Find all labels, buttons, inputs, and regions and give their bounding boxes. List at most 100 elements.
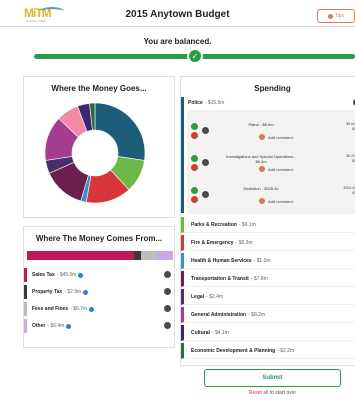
department-amount: - $2.4m — [206, 294, 224, 300]
department-label: Legal — [191, 294, 205, 300]
police-subitem-values: $326.4k$0 — [343, 186, 355, 195]
department-row[interactable]: Parks & Recreation - $6.1m — [181, 217, 355, 233]
money-from-title: Where The Money Comes From... — [35, 234, 163, 243]
comment-icon — [259, 134, 265, 140]
expand-icon[interactable] — [164, 271, 171, 278]
spending-title: Spending — [254, 84, 291, 93]
lock-icon[interactable] — [202, 127, 209, 134]
money-from-card: Where The Money Comes From... Sales Tax … — [23, 226, 175, 348]
revenue-source-row[interactable]: Other - $6.4m — [24, 319, 176, 333]
decrease-button[interactable] — [191, 132, 198, 139]
revenue-source-label: Fees and Fines — [32, 306, 69, 312]
donut-slice-0[interactable] — [94, 102, 146, 161]
police-amount: - $15.5m — [204, 100, 225, 106]
revenue-source-amount: - $6.7m — [70, 306, 88, 312]
revenue-source-row[interactable]: Fees and Fines - $6.7m — [24, 302, 176, 316]
department-label: General Administration — [191, 312, 247, 318]
check-icon: ✓ — [187, 48, 203, 64]
lock-icon[interactable] — [202, 159, 209, 166]
department-item: Parks & Recreation - $6.1m — [191, 222, 355, 228]
decrease-button[interactable] — [191, 196, 198, 203]
department-item: Transportation & Transit - $7.8m — [191, 276, 355, 282]
info-icon[interactable] — [66, 323, 72, 329]
balance-status: You are balanced. — [143, 37, 212, 46]
department-label: Fire & Emergency — [191, 240, 234, 246]
police-subitem-label: Patrol - $8.6m — [248, 122, 274, 127]
police-label: Police — [188, 100, 203, 106]
increase-button[interactable] — [191, 187, 198, 194]
info-icon[interactable] — [83, 289, 89, 295]
department-label: Economic Development & Planning — [191, 348, 276, 354]
reset-text: Reset all to start over — [0, 390, 355, 396]
lock-icon[interactable] — [202, 191, 209, 198]
department-row[interactable]: Fire & Emergency - $8.3m — [181, 235, 355, 251]
police-subitem-values: $6.2m$6 — [346, 154, 355, 163]
reset-suffix: to start over — [269, 390, 297, 396]
revenue-source-color — [24, 319, 27, 333]
department-amount: - $4.1m — [211, 330, 229, 336]
department-amount: - $2.2m — [277, 348, 295, 354]
add-comment-link[interactable]: Add comment — [259, 166, 293, 172]
revenue-source-label: Property Tax — [32, 289, 63, 295]
revenue-source-color — [24, 268, 27, 282]
revenue-bar-sales — [27, 251, 134, 260]
submit-button[interactable]: Submit — [204, 369, 341, 387]
money-goes-donut-chart — [44, 102, 146, 204]
info-icon[interactable] — [78, 272, 84, 278]
police-subitem-label: Detention - $326.4k — [243, 186, 279, 191]
department-row[interactable]: Legal - $2.4m — [181, 289, 355, 305]
department-row[interactable]: Cultural - $4.1m — [181, 325, 355, 341]
expand-icon[interactable] — [164, 288, 171, 295]
department-row[interactable]: Transportation & Transit - $7.8m — [181, 271, 355, 287]
expand-icon[interactable] — [164, 305, 171, 312]
department-label: Transportation & Transit — [191, 276, 249, 282]
tips-label: Tips — [334, 13, 345, 19]
spending-card: Spending Police - $15.5m Patrol - $8.6m A… — [180, 76, 355, 366]
department-row[interactable]: Economic Development & Planning - $2.2m — [181, 343, 355, 359]
department-amount: - $7.8m — [250, 276, 268, 282]
revenue-source-color — [24, 285, 27, 299]
department-item: Cultural - $4.1m — [191, 330, 355, 336]
department-item: Fire & Emergency - $8.3m — [191, 240, 355, 246]
department-label: Cultural — [191, 330, 210, 336]
department-amount: - $8.2m — [248, 312, 266, 318]
info-icon[interactable] — [89, 306, 95, 312]
tips-icon — [327, 13, 333, 19]
revenue-source-color — [24, 302, 27, 316]
police-item[interactable]: Police - $15.5m — [188, 100, 355, 106]
revenue-bar-fees — [141, 251, 157, 260]
department-row[interactable]: General Administration - $8.2m — [181, 307, 355, 323]
add-comment-link[interactable]: Add comment — [259, 198, 293, 204]
department-item: General Administration - $8.2m — [191, 312, 355, 318]
department-label: Parks & Recreation — [191, 222, 237, 228]
reset-all-link[interactable]: Reset all — [249, 390, 268, 396]
revenue-source-amount: - $2.9m — [64, 289, 82, 295]
money-goes-title: Where the Money Goes... — [51, 84, 147, 93]
department-row[interactable]: Health & Human Services - $1.0m — [181, 253, 355, 269]
revenue-source-row[interactable]: Sales Tax - $45.0m — [24, 268, 176, 282]
revenue-source-row[interactable]: Property Tax - $2.9m — [24, 285, 176, 299]
comment-icon — [259, 166, 265, 172]
revenue-stacked-bar — [27, 251, 173, 260]
department-item: Legal - $2.4m — [191, 294, 355, 300]
department-item: Economic Development & Planning - $2.2m — [191, 348, 355, 354]
department-amount: - $6.1m — [238, 222, 256, 228]
tips-button[interactable]: Tips — [317, 9, 355, 23]
department-amount: - $1.0m — [253, 258, 271, 264]
department-amount: - $8.3m — [235, 240, 253, 246]
revenue-source-label: Sales Tax — [32, 272, 55, 278]
increase-button[interactable] — [191, 123, 198, 130]
expand-icon[interactable] — [164, 322, 171, 329]
header: MiTM Anytown, USA 2015 Anytown Budget Ti… — [0, 0, 355, 27]
revenue-bar-property — [134, 251, 141, 260]
department-label: Health & Human Services — [191, 258, 252, 264]
add-comment-link[interactable]: Add comment — [259, 134, 293, 140]
page-title: 2015 Anytown Budget — [125, 9, 230, 20]
revenue-source-amount: - $6.4m — [47, 323, 65, 329]
decrease-button[interactable] — [191, 164, 198, 171]
revenue-bar-other — [157, 251, 173, 260]
increase-button[interactable] — [191, 155, 198, 162]
department-item: Health & Human Services - $1.0m — [191, 258, 355, 264]
money-goes-card: Where the Money Goes... — [23, 76, 175, 218]
police-subitem-values: $8.6m$8 — [346, 122, 355, 131]
